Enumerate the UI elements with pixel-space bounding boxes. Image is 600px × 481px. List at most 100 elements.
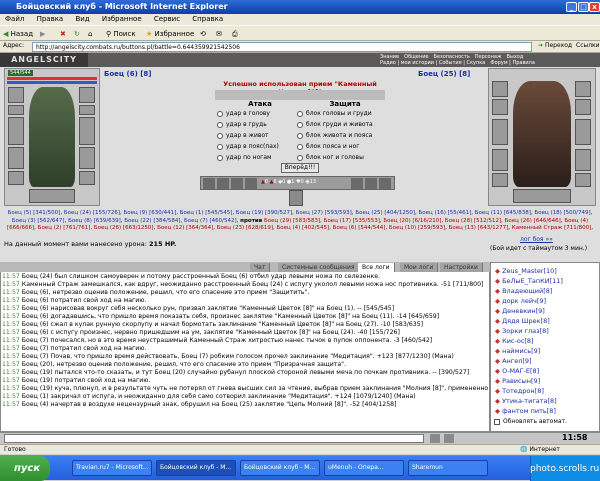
player-item[interactable]: ◆ БеЛыЕ_ТапКИ[11] — [495, 277, 563, 286]
team-member[interactable]: Боец (11) [645/838] — [475, 210, 531, 216]
maximize-button[interactable]: □ — [578, 2, 589, 12]
team-member[interactable]: Боец (28) [512/512] — [445, 218, 501, 224]
team-member[interactable]: Боец (26) [646/646] — [505, 218, 561, 224]
player-item[interactable]: ◆ Дядя Шрек[8] — [495, 317, 550, 326]
helmet-slot[interactable] — [8, 87, 24, 103]
left-fighter-name[interactable]: Боец (6) [8] — [104, 70, 152, 78]
player-item[interactable]: ◆ Тотедрон[8] — [495, 387, 544, 396]
address-input[interactable]: http://angelscity.combats.ru/buttons.pl/… — [32, 42, 532, 52]
favorites-button[interactable]: ★ Избранное — [146, 28, 194, 40]
nav-radio[interactable]: Радио | мои истории | События | Скупка — [380, 60, 485, 66]
team-member[interactable]: Боец (9) [630/441] — [124, 210, 177, 216]
team-member[interactable]: Боец (3) [562/647] — [12, 218, 65, 224]
skill-icon[interactable] — [245, 178, 257, 189]
task-item[interactable]: uMenuh - Опера... — [324, 460, 404, 476]
menu-favorites[interactable]: Избранное — [102, 15, 142, 23]
left-fighter-avatar[interactable] — [29, 87, 75, 187]
shield-slot[interactable] — [79, 117, 95, 145]
team-member[interactable]: Боец (7) [460/542] — [184, 218, 237, 224]
tab-my-logs[interactable]: Мои логи — [400, 263, 439, 272]
skill-icon[interactable] — [351, 178, 363, 189]
search-button[interactable]: ⚲ Поиск — [106, 28, 136, 40]
team-member[interactable]: Боец (13) [643/1277] — [449, 225, 509, 231]
team-member[interactable]: Боец (18) [500/749] — [534, 210, 590, 216]
player-item[interactable]: ◆ Рависын[9] — [495, 377, 540, 386]
tab-all-logs[interactable]: Все логи — [358, 263, 395, 272]
tab-chat[interactable]: Чат — [250, 263, 271, 272]
attack-option-legs[interactable]: удар по ногам — [217, 152, 279, 163]
tab-settings[interactable]: Настройки — [440, 263, 483, 272]
belt-slot[interactable] — [8, 171, 24, 185]
defense-option-belly-groin[interactable]: блок живота и пояса — [297, 130, 373, 141]
task-item[interactable]: Sharemun — [408, 460, 488, 476]
back-button[interactable]: ◀ Назад — [3, 28, 33, 40]
right-amulet-slot[interactable] — [492, 99, 508, 115]
home-button[interactable]: ⌂ — [88, 28, 92, 40]
armor-slot[interactable] — [8, 147, 24, 169]
right-shield-slot[interactable] — [575, 119, 591, 145]
auto-refresh-toggle[interactable]: Обновлять автомат. — [494, 418, 567, 425]
defense-option-chest-belly[interactable]: блок груди и живота — [297, 119, 373, 130]
tab-system[interactable]: Системные сообщения — [278, 263, 360, 272]
player-item[interactable]: ◆ фантом пить[8] — [495, 407, 556, 416]
amulet-slot[interactable] — [8, 105, 24, 115]
team-member[interactable]: Боец (16) [55/461] — [419, 210, 472, 216]
mail-button[interactable]: ✉ — [216, 28, 222, 40]
pants-slot[interactable] — [29, 189, 75, 203]
team-member[interactable]: Боец (12) [364/364] — [157, 225, 213, 231]
team-member[interactable]: Боец (17) [535/553] — [324, 218, 380, 224]
go-button[interactable]: ➜ Переход — [538, 42, 572, 49]
gloves-slot[interactable] — [79, 147, 95, 169]
task-item[interactable]: Travian.ru7 - Microsoft... — [72, 460, 152, 476]
player-item[interactable]: ◆ Утика-тигата[8] — [495, 397, 557, 406]
team-member[interactable]: Боец (20) [6/16/210] — [383, 218, 441, 224]
center-skill-icon[interactable] — [289, 190, 303, 206]
defense-option-groin-legs[interactable]: блок пояса и ног — [297, 141, 373, 152]
right-gloves-slot[interactable] — [575, 149, 591, 171]
forward-button[interactable]: ▶ — [40, 28, 45, 40]
team-member[interactable]: Боец (10) [259/593] — [389, 225, 445, 231]
task-item[interactable]: Бойцовский клуб - M... — [156, 460, 236, 476]
menu-view[interactable]: Вид — [75, 15, 89, 23]
defense-option-legs-head[interactable]: блок ног и головы — [297, 152, 373, 163]
team-member[interactable]: Боец (24) [155/726] — [64, 210, 120, 216]
skill-icon[interactable] — [379, 178, 391, 189]
player-item[interactable]: ◆ О-МАГ-Е[8] — [495, 367, 539, 376]
chat-input[interactable] — [4, 434, 424, 443]
right-belt-slot[interactable] — [492, 173, 508, 187]
player-item[interactable]: ◆ Зорки глаз[8] — [495, 327, 549, 336]
right-fighter-avatar[interactable] — [513, 81, 571, 187]
go-attack-button[interactable]: Вперёд!!! — [281, 163, 319, 173]
team-member[interactable]: Каменный Страж [711/800] — [512, 225, 591, 231]
send-icon[interactable] — [430, 434, 440, 443]
team-member[interactable]: Боец (4) [402/545] — [276, 225, 329, 231]
right-fighter-name[interactable]: Боец (25) [8] — [418, 70, 470, 78]
stop-button[interactable]: ✖ — [60, 28, 66, 40]
attack-option-head[interactable]: удар в голову — [217, 108, 279, 119]
team-member[interactable]: Боец (22) [384/584] — [124, 218, 180, 224]
skill-icon[interactable] — [231, 178, 243, 189]
menu-tools[interactable]: Сервис — [154, 15, 180, 23]
player-item[interactable]: ◆ наймись[9] — [495, 347, 540, 356]
skill-icon[interactable] — [217, 178, 229, 189]
player-item[interactable]: ◆ Кис-ос[8] — [495, 337, 534, 346]
task-item[interactable]: Бойцовский клуб - M... — [240, 460, 320, 476]
links-button[interactable]: Ссылки — [576, 42, 600, 49]
smile-icon[interactable] — [444, 434, 454, 443]
weapon-slot[interactable] — [8, 117, 24, 145]
right-boots-slot[interactable] — [575, 173, 591, 187]
team-member[interactable]: Боец (19) [390/527] — [236, 210, 292, 216]
minimize-button[interactable]: _ — [566, 2, 577, 12]
nav-forum[interactable]: Форум | Правила — [490, 60, 535, 66]
ring-slot[interactable] — [79, 105, 95, 115]
player-item[interactable]: ◆ Владеющий[8] — [495, 287, 552, 296]
skill-icon[interactable] — [365, 178, 377, 189]
menu-help[interactable]: Справка — [192, 15, 223, 23]
right-earring-slot[interactable] — [575, 81, 591, 97]
attack-option-belly[interactable]: удар в живот — [217, 130, 279, 141]
attack-option-groin[interactable]: удар в пояс(пах) — [217, 141, 279, 152]
team-member[interactable]: Боец (8) [639/639] — [68, 218, 121, 224]
player-item[interactable]: ◆ дорк лейч[9] — [495, 297, 546, 306]
right-pants-slot[interactable] — [513, 189, 571, 203]
battle-log-link[interactable]: лог боя »» — [520, 236, 553, 243]
